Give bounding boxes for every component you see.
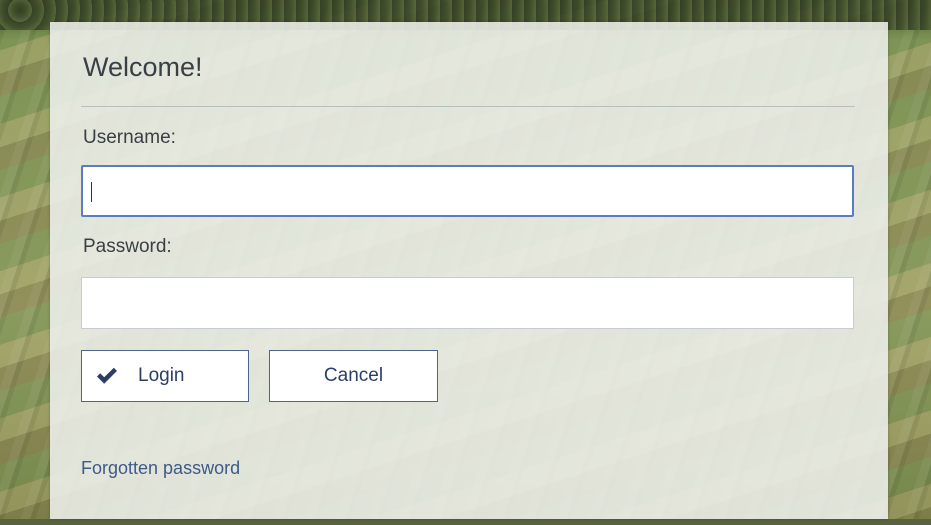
login-button-label: Login — [138, 365, 185, 386]
login-dialog: Welcome! Username: Password: Login Cance… — [50, 22, 888, 519]
dialog-title: Welcome! — [83, 52, 203, 82]
cancel-button[interactable]: Cancel — [269, 350, 438, 402]
cancel-button-label: Cancel — [323, 365, 384, 386]
text-caret — [91, 182, 92, 202]
background-bottom-edge — [0, 519, 931, 525]
forgotten-password-link[interactable]: Forgotten password — [81, 458, 240, 479]
login-button[interactable]: Login — [81, 350, 249, 402]
checkmark-icon — [97, 367, 117, 384]
username-input[interactable] — [81, 165, 854, 217]
password-input[interactable] — [81, 277, 854, 329]
username-label: Username: — [83, 127, 176, 148]
title-divider — [81, 106, 855, 107]
password-label: Password: — [83, 236, 172, 257]
